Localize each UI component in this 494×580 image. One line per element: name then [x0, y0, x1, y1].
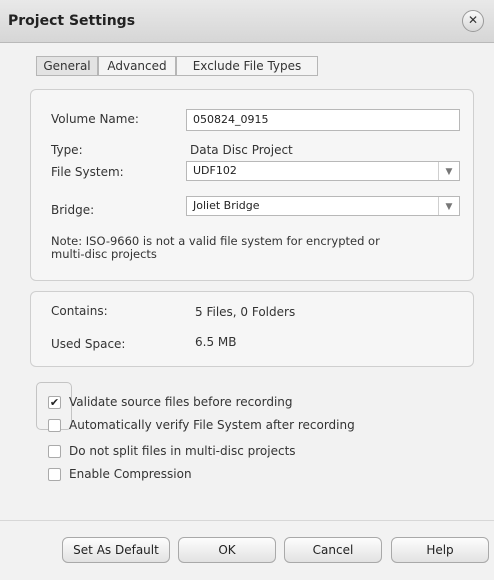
tab-exclude-file-types[interactable]: Exclude File Types	[176, 56, 318, 76]
ok-button[interactable]: OK	[178, 537, 276, 563]
verify-file-system-checkbox[interactable]	[48, 419, 61, 432]
window-title: Project Settings	[8, 13, 136, 29]
tab-general[interactable]: General	[36, 56, 98, 76]
verify-file-system-label[interactable]: Automatically verify File System after r…	[69, 418, 355, 432]
chevron-down-icon[interactable]: ▼	[438, 162, 459, 180]
footer-divider	[0, 520, 494, 521]
chevron-down-icon[interactable]: ▼	[438, 197, 459, 215]
file-system-value: UDF102	[193, 164, 237, 177]
file-system-select[interactable]: UDF102 ▼	[186, 161, 460, 181]
title-bar: Project Settings ✕	[0, 0, 494, 43]
bridge-value: Joliet Bridge	[193, 199, 260, 212]
check-icon: ✔	[49, 396, 60, 409]
volume-name-label: Volume Name:	[51, 112, 139, 126]
general-settings-panel: Volume Name: 050824_0915 Type: Data Disc…	[30, 89, 474, 281]
note-line: multi-disc projects	[51, 247, 157, 261]
bridge-select[interactable]: Joliet Bridge ▼	[186, 196, 460, 216]
bridge-label: Bridge:	[51, 203, 95, 217]
contains-label: Contains:	[51, 304, 108, 318]
close-icon[interactable]: ✕	[462, 10, 484, 32]
project-summary-panel: Contains: 5 Files, 0 Folders Used Space:…	[30, 291, 474, 367]
validate-source-checkbox[interactable]: ✔	[48, 396, 61, 409]
help-button[interactable]: Help	[391, 537, 489, 563]
enable-compression-checkbox[interactable]	[48, 468, 61, 481]
enable-compression-label[interactable]: Enable Compression	[69, 467, 192, 481]
do-not-split-checkbox[interactable]	[48, 445, 61, 458]
file-system-label: File System:	[51, 165, 124, 179]
tab-advanced[interactable]: Advanced	[98, 56, 176, 76]
used-space-value: 6.5 MB	[195, 335, 237, 349]
used-space-label: Used Space:	[51, 337, 126, 351]
volume-name-field[interactable]: 050824_0915	[186, 109, 460, 131]
validate-source-label[interactable]: Validate source files before recording	[69, 395, 293, 409]
type-label: Type:	[51, 143, 83, 157]
file-system-note: Note: ISO-9660 is not a valid file syste…	[51, 235, 380, 261]
set-as-default-button[interactable]: Set As Default	[62, 537, 170, 563]
cancel-button[interactable]: Cancel	[284, 537, 382, 563]
contains-value: 5 Files, 0 Folders	[195, 305, 296, 319]
type-value: Data Disc Project	[190, 143, 293, 157]
do-not-split-label[interactable]: Do not split files in multi-disc project…	[69, 444, 296, 458]
